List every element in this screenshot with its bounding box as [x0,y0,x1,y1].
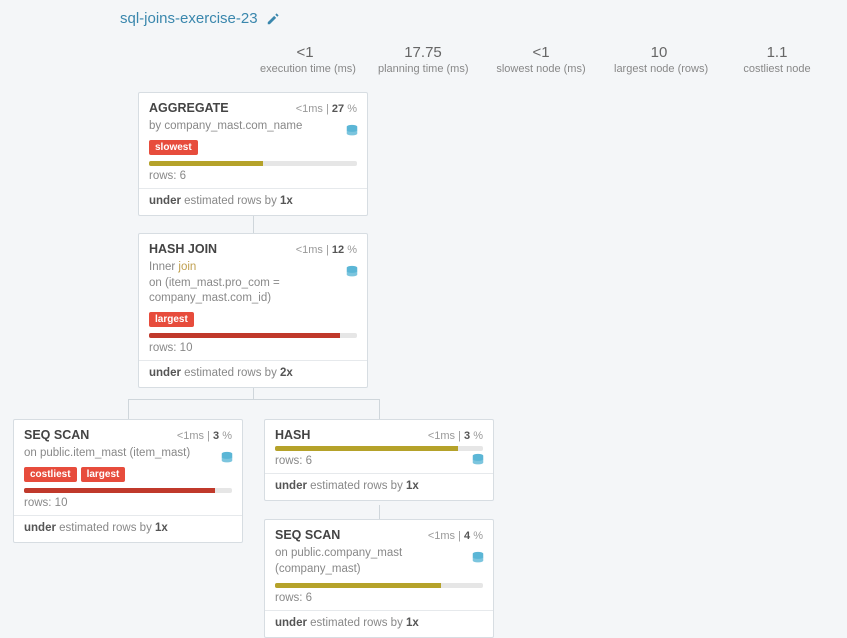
stat-exec-time: <1 execution time (ms) [260,44,350,75]
database-icon[interactable] [345,123,359,138]
stat-largest: 10 largest node (rows) [614,44,704,75]
stat-label: planning time (ms) [378,63,468,75]
estimate-info: under estimated rows by 1x [149,195,357,207]
node-subtitle: on public.company_mast (company_mast) [275,546,483,577]
tag-slowest: slowest [149,140,198,155]
tag-largest: largest [81,467,126,482]
stat-value: 17.75 [378,44,468,61]
estimate-info: under estimated rows by 1x [275,617,483,629]
stat-label: largest node (rows) [614,63,704,75]
stat-label: slowest node (ms) [496,63,586,75]
estimate-info: under estimated rows by 1x [275,480,483,492]
stat-value: <1 [260,44,350,61]
progress-bar [149,333,357,338]
plan-title-row: sql-joins-exercise-23 [120,10,280,27]
node-name: HASH JOIN [149,242,217,256]
stats-bar: <1 execution time (ms) 17.75 planning ti… [260,36,837,89]
stat-value: 10 [614,44,704,61]
node-meta: <1ms | 3 % [428,430,483,442]
progress-bar [275,446,483,451]
rows-info: rows: 6 [149,170,357,182]
estimate-info: under estimated rows by 2x [149,367,357,379]
progress-bar [24,488,232,493]
edit-icon[interactable] [266,10,280,27]
node-seq-scan-company[interactable]: SEQ SCAN <1ms | 4 % on public.company_ma… [264,519,494,638]
rows-info: rows: 10 [149,342,357,354]
stat-value: <1 [496,44,586,61]
stat-label: costliest node [732,63,822,75]
node-hash[interactable]: HASH <1ms | 3 % rows: 6 under estimated … [264,419,494,501]
node-subtitle: on public.item_mast (item_mast) [24,446,232,462]
node-seq-scan-item[interactable]: SEQ SCAN <1ms | 3 % on public.item_mast … [13,419,243,543]
rows-info: rows: 10 [24,497,232,509]
node-meta: <1ms | 3 % [177,430,232,442]
node-meta: <1ms | 27 % [296,103,357,115]
rows-info: rows: 6 [275,592,483,604]
stat-costliest: 1.1 costliest node [732,44,822,75]
node-name: HASH [275,428,310,442]
stat-slowest: <1 slowest node (ms) [496,44,586,75]
database-icon[interactable] [345,264,359,279]
node-aggregate[interactable]: AGGREGATE <1ms | 27 % by company_mast.co… [138,92,368,216]
node-name: SEQ SCAN [275,528,340,542]
stat-value: 1.1 [732,44,822,61]
rows-info: rows: 6 [275,455,483,467]
node-subtitle: by company_mast.com_name [149,119,357,135]
node-hash-join[interactable]: HASH JOIN <1ms | 12 % Inner join on (ite… [138,233,368,388]
database-icon[interactable] [220,450,234,465]
tag-costliest: costliest [24,467,77,482]
progress-bar [149,161,357,166]
stat-plan-time: 17.75 planning time (ms) [378,44,468,75]
node-meta: <1ms | 4 % [428,530,483,542]
estimate-info: under estimated rows by 1x [24,522,232,534]
node-name: AGGREGATE [149,101,229,115]
database-icon[interactable] [471,550,485,565]
connector [128,399,380,419]
plan-title: sql-joins-exercise-23 [120,10,258,27]
node-meta: <1ms | 12 % [296,244,357,256]
progress-bar [275,583,483,588]
stat-label: execution time (ms) [260,63,350,75]
node-subtitle: Inner join on (item_mast.pro_com = compa… [149,260,357,307]
connector [379,505,380,519]
database-icon[interactable] [471,452,485,467]
connector [253,215,254,233]
tag-largest: largest [149,312,194,327]
node-name: SEQ SCAN [24,428,89,442]
